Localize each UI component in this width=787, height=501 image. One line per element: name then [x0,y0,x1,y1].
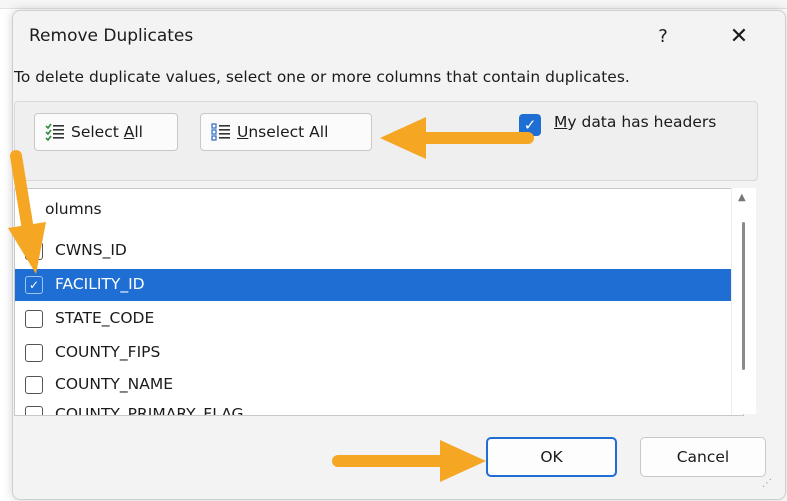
column-checkbox[interactable] [25,376,43,394]
column-label: COUNTY_NAME [55,375,174,393]
column-label: COUNTY_PRIMARY_FLAG [55,405,244,416]
select-all-list-icon [45,123,64,141]
column-label: COUNTY_FIPS [55,343,161,361]
column-label: FACILITY_ID [55,275,145,293]
ok-button[interactable]: OK [486,437,617,477]
columns-scrollbar[interactable]: ▲ [731,188,756,414]
list-item[interactable]: COUNTY_FIPS [15,337,737,369]
scroll-up-icon[interactable]: ▲ [738,192,746,203]
scroll-thumb[interactable] [742,222,745,370]
cancel-button[interactable]: Cancel [640,437,766,477]
column-label: STATE_CODE [55,309,155,327]
arrow-to-facility-checkbox-icon [8,150,46,274]
title-bar: Remove Duplicates ? ✕ [13,11,785,63]
column-checkbox[interactable] [25,310,43,328]
list-item[interactable]: COUNTY_PRIMARY_FLAG [15,399,737,416]
list-item[interactable]: COUNTY_NAME [15,369,737,401]
column-checkbox[interactable] [25,344,43,362]
background-strip [0,0,787,9]
resize-grip-icon[interactable]: ⋰ [762,478,772,489]
instructions-text: To delete duplicate values, select one o… [14,68,630,86]
columns-header: olumns [45,200,102,218]
list-item[interactable]: CWNS_ID [15,235,737,267]
dialog-title: Remove Duplicates [29,26,194,46]
list-item-selected[interactable]: ✓ FACILITY_ID [15,269,737,301]
arrow-to-unselect-all-icon [380,117,534,159]
my-data-has-headers-label[interactable]: My data has headers [554,113,716,131]
select-all-button[interactable]: Select All [34,113,178,151]
list-item[interactable]: STATE_CODE [15,303,737,335]
select-all-label: Select All [71,123,143,141]
help-button[interactable]: ? [643,21,683,53]
unselect-all-label: Unselect All [237,123,329,141]
column-checkbox[interactable] [25,406,43,415]
columns-list[interactable]: olumns CWNS_ID ✓ FACILITY_ID STATE_CODE … [14,188,744,416]
close-button[interactable]: ✕ [719,21,759,53]
arrow-to-ok-button-icon [332,440,486,482]
column-label: CWNS_ID [55,241,127,259]
unselect-all-button[interactable]: Unselect All [200,113,372,151]
unselect-all-list-icon [211,123,230,141]
